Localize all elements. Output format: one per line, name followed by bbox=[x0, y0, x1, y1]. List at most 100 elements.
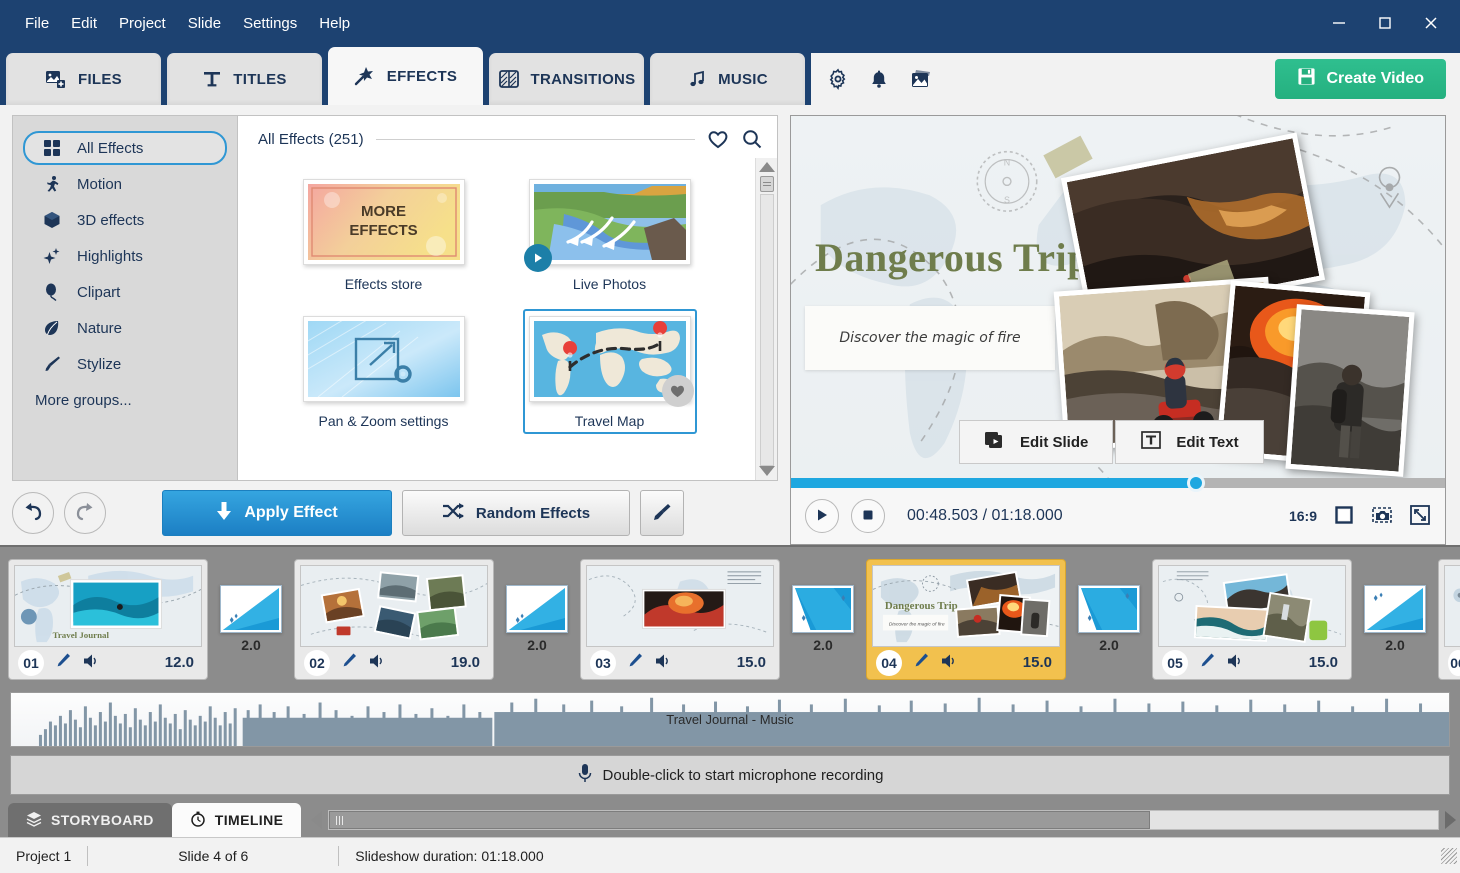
menu-item-settings[interactable]: Settings bbox=[232, 10, 308, 37]
transition-duration[interactable]: 2.0 bbox=[1099, 637, 1118, 653]
slide-duration[interactable]: 15.0 bbox=[1309, 654, 1342, 671]
create-video-button[interactable]: Create Video bbox=[1275, 59, 1446, 99]
undo-arrow-icon bbox=[22, 502, 44, 525]
slide-caption-text: Discover the magic of fire bbox=[839, 330, 1021, 346]
slide-card-02[interactable]: 02 19.0 bbox=[294, 558, 494, 680]
sidebar-item-nature[interactable]: Nature bbox=[23, 311, 227, 345]
microphone-recording-row[interactable]: Double-click to start microphone recordi… bbox=[10, 755, 1450, 796]
slide-card-03[interactable]: 03 15.0 bbox=[580, 558, 780, 680]
scrollbar-track[interactable] bbox=[759, 194, 774, 466]
maximize-icon[interactable] bbox=[1362, 3, 1408, 43]
transition-card-1[interactable]: 2.0 bbox=[208, 585, 294, 653]
menu-item-slide[interactable]: Slide bbox=[177, 10, 232, 37]
scrollbar-thumb[interactable] bbox=[759, 176, 774, 192]
effect-item-pan-zoom-settings[interactable]: Pan & Zoom settings bbox=[297, 309, 471, 434]
close-icon[interactable] bbox=[1408, 3, 1454, 43]
speaker-icon[interactable] bbox=[368, 653, 386, 672]
sidebar-item-3d-effects[interactable]: 3D effects bbox=[23, 203, 227, 237]
transition-duration[interactable]: 2.0 bbox=[813, 637, 832, 653]
audio-track[interactable]: Travel Journal - Music bbox=[10, 691, 1450, 748]
speaker-icon[interactable] bbox=[1226, 653, 1244, 672]
slide-preview[interactable]: N S Dangerous Trip Discover the magic of… bbox=[791, 116, 1445, 478]
random-effects-button[interactable]: Random Effects bbox=[402, 490, 630, 536]
favorite-heart-badge[interactable] bbox=[661, 375, 694, 407]
slide-duration[interactable]: 19.0 bbox=[451, 654, 484, 671]
speaker-icon[interactable] bbox=[654, 653, 672, 672]
tab-timeline[interactable]: TIMELINE bbox=[171, 803, 302, 837]
sidebar-item-highlights[interactable]: Highlights bbox=[23, 239, 227, 273]
play-badge[interactable] bbox=[523, 244, 552, 272]
resize-grip[interactable] bbox=[1441, 847, 1457, 864]
pencil-icon[interactable] bbox=[340, 652, 358, 673]
sidebar-item-stylize[interactable]: Stylize bbox=[23, 347, 227, 381]
effect-item-live-photos[interactable]: Live Photos bbox=[523, 172, 697, 297]
speaker-icon[interactable] bbox=[940, 653, 958, 672]
hscroll-track[interactable] bbox=[328, 810, 1439, 830]
search-icon[interactable] bbox=[741, 128, 763, 150]
magic-wand-icon bbox=[354, 66, 376, 86]
tab-transitions[interactable]: TRANSITIONS bbox=[489, 53, 644, 105]
clear-effects-button[interactable] bbox=[640, 490, 684, 536]
seek-handle[interactable] bbox=[1187, 474, 1206, 492]
scroll-up-arrow-icon[interactable] bbox=[758, 162, 775, 172]
fullscreen-icon[interactable] bbox=[1409, 504, 1431, 529]
menu-item-file[interactable]: File bbox=[14, 10, 60, 37]
slide-duration[interactable]: 12.0 bbox=[165, 654, 198, 671]
sidebar-item-motion[interactable]: Motion bbox=[23, 167, 227, 201]
scroll-left-arrow-icon[interactable] bbox=[311, 811, 323, 829]
sidebar-item-all-effects[interactable]: All Effects bbox=[23, 131, 227, 165]
effects-vertical-scrollbar[interactable] bbox=[755, 158, 777, 480]
scroll-right-arrow-icon[interactable] bbox=[1445, 811, 1456, 829]
pencil-icon[interactable] bbox=[626, 652, 644, 673]
minimize-icon[interactable] bbox=[1316, 3, 1362, 43]
effect-item-travel-map[interactable]: Travel Map bbox=[522, 309, 697, 434]
effect-item-effects-store[interactable]: MORE EFFECTS Effects store bbox=[297, 172, 471, 297]
slide-duration[interactable]: 15.0 bbox=[737, 654, 770, 671]
slide-card-04[interactable]: Dangerous Trip Discover the magic of fir… bbox=[866, 558, 1066, 680]
timeline-horizontal-scrollbar[interactable] bbox=[311, 807, 1456, 833]
aspect-ratio-label[interactable]: 16:9 bbox=[1289, 508, 1317, 524]
slide-card-06[interactable]: 06 bbox=[1438, 558, 1460, 680]
snapshot-camera-icon[interactable] bbox=[1371, 504, 1393, 529]
slide-duration[interactable]: 15.0 bbox=[1023, 654, 1056, 671]
gear-icon[interactable] bbox=[827, 68, 849, 90]
menu-item-project[interactable]: Project bbox=[108, 10, 177, 37]
tab-files[interactable]: FILES bbox=[6, 53, 161, 105]
bell-icon[interactable] bbox=[869, 68, 889, 90]
pencil-icon[interactable] bbox=[1198, 652, 1216, 673]
heart-icon[interactable] bbox=[707, 129, 729, 149]
transition-duration[interactable]: 2.0 bbox=[527, 637, 546, 653]
slide-card-01[interactable]: Travel Journal 01 12.0 bbox=[8, 558, 208, 680]
sidebar-label-clipart: Clipart bbox=[77, 283, 121, 301]
menu-item-edit[interactable]: Edit bbox=[60, 10, 108, 37]
pencil-icon[interactable] bbox=[912, 652, 930, 673]
photos-icon[interactable] bbox=[909, 68, 933, 90]
transition-card-5[interactable]: 2.0 bbox=[1352, 585, 1438, 653]
speaker-icon[interactable] bbox=[82, 653, 100, 672]
transition-card-3[interactable]: 2.0 bbox=[780, 585, 866, 653]
fit-frame-icon[interactable] bbox=[1333, 504, 1355, 529]
play-button[interactable] bbox=[805, 499, 839, 533]
preview-seek-bar[interactable] bbox=[791, 474, 1445, 492]
tab-effects[interactable]: EFFECTS bbox=[328, 47, 483, 105]
menu-item-help[interactable]: Help bbox=[308, 10, 361, 37]
pencil-icon[interactable] bbox=[54, 652, 72, 673]
undo-button[interactable] bbox=[12, 492, 54, 534]
edit-text-button[interactable]: Edit Text bbox=[1115, 420, 1264, 464]
hscroll-thumb[interactable] bbox=[329, 811, 1150, 829]
transition-duration[interactable]: 2.0 bbox=[1385, 637, 1404, 653]
tab-titles[interactable]: TITLES bbox=[167, 53, 322, 105]
redo-button[interactable] bbox=[64, 492, 106, 534]
slide-card-05[interactable]: 05 15.0 bbox=[1152, 558, 1352, 680]
apply-effect-button[interactable]: Apply Effect bbox=[162, 490, 392, 536]
transition-duration[interactable]: 2.0 bbox=[241, 637, 260, 653]
scroll-down-arrow-icon[interactable] bbox=[758, 466, 775, 476]
sidebar-more-groups[interactable]: More groups... bbox=[13, 382, 237, 419]
tab-storyboard[interactable]: STORYBOARD bbox=[8, 803, 172, 837]
stop-button[interactable] bbox=[851, 499, 885, 533]
edit-slide-button[interactable]: Edit Slide bbox=[959, 420, 1114, 464]
tab-music[interactable]: MUSIC bbox=[650, 53, 805, 105]
transition-card-2[interactable]: 2.0 bbox=[494, 585, 580, 653]
transition-card-4[interactable]: 2.0 bbox=[1066, 585, 1152, 653]
sidebar-item-clipart[interactable]: Clipart bbox=[23, 275, 227, 309]
